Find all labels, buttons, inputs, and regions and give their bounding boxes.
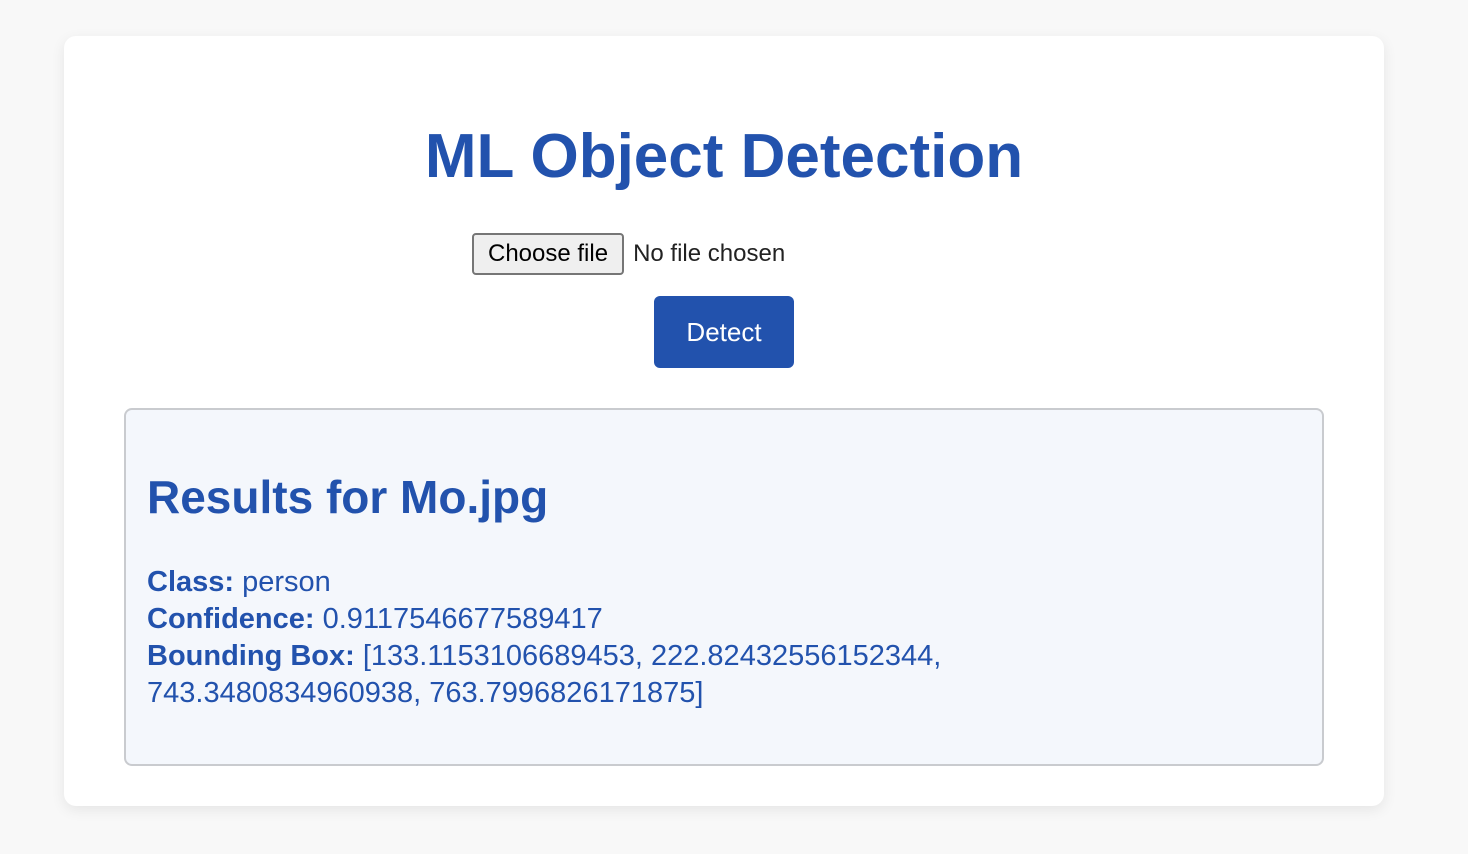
results-details: Class: person Confidence: 0.911754667758… [147, 564, 1047, 712]
detect-button[interactable]: Detect [654, 296, 794, 368]
confidence-value: 0.9117546677589417 [322, 603, 603, 635]
main-card: ML Object Detection Choose file No file … [64, 36, 1384, 806]
bounding-box-row: Bounding Box: [133.1153106689453, 222.82… [147, 638, 1047, 712]
results-title: Results for Mo.jpg [147, 471, 549, 523]
bounding-box-label: Bounding Box: [147, 640, 355, 672]
page-title: ML Object Detection [424, 122, 1024, 191]
results-panel: Results for Mo.jpg Class: person Confide… [124, 408, 1324, 766]
confidence-row: Confidence: 0.9117546677589417 [147, 601, 1047, 638]
file-input[interactable]: Choose file No file chosen [472, 233, 785, 275]
file-status-text: No file chosen [633, 240, 786, 267]
class-value: person [242, 566, 331, 598]
choose-file-button[interactable]: Choose file [472, 233, 625, 275]
confidence-label: Confidence: [147, 603, 315, 635]
class-row: Class: person [147, 564, 1047, 601]
class-label: Class: [147, 566, 235, 598]
